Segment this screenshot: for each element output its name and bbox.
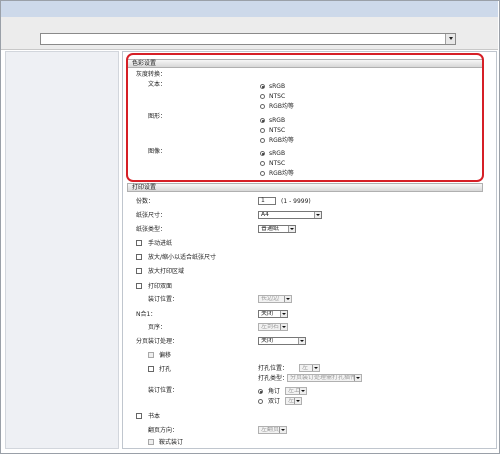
left-pane-scrollbar[interactable]: [110, 52, 118, 448]
punch-position-label: 打孔位置：: [258, 365, 289, 372]
saddle-stitch-label: 鞍式装订: [159, 439, 184, 446]
chevron-down-icon: [312, 365, 319, 371]
punch-label: 打孔: [159, 366, 172, 373]
print-settings-header: 打印设置: [127, 183, 483, 192]
address-dropdown-button[interactable]: [445, 34, 455, 44]
fit-paper-checkbox[interactable]: [136, 254, 142, 260]
manual-feed-label: 手动进纸: [148, 240, 173, 247]
paper-size-label: 纸张尺寸：: [136, 212, 167, 219]
finishing-value: 关闭: [261, 337, 274, 344]
page-order-label: 页序：: [148, 324, 167, 331]
paper-size-select[interactable]: A4: [258, 211, 322, 219]
paper-size-value: A4: [261, 211, 269, 218]
enlarge-area-label: 放大打印区域: [148, 268, 185, 275]
paper-type-label: 纸张类型：: [136, 226, 167, 233]
corner-staple-select[interactable]: 左上: [285, 387, 307, 395]
paper-type-value: 普通纸: [261, 225, 280, 232]
binding-position-select[interactable]: 长边边: [258, 295, 292, 303]
binding-position-value: 长边边: [261, 295, 280, 302]
copies-label: 份数：: [136, 198, 155, 205]
punch-type-value: 分页装订处理需打孔插件: [290, 374, 357, 381]
page-direction-value: 左翻页: [261, 426, 280, 433]
fit-paper-label: 放大/缩小以适合纸张尺寸: [148, 254, 217, 261]
duplex-checkbox[interactable]: [136, 283, 142, 289]
manual-feed-checkbox[interactable]: [136, 240, 142, 246]
punch-checkbox[interactable]: [148, 366, 154, 372]
chevron-down-icon: [284, 296, 291, 302]
copies-range: (1 - 9999): [281, 198, 311, 205]
chevron-down-icon: [288, 226, 295, 232]
punch-type-select[interactable]: 分页装订处理需打孔插件: [287, 374, 362, 382]
page-direction-label: 翻页方向：: [148, 427, 179, 434]
paper-type-select[interactable]: 普通纸: [258, 225, 296, 233]
booklet-checkbox[interactable]: [136, 413, 142, 419]
offset-checkbox[interactable]: [148, 352, 154, 358]
punch-position-value: 左: [302, 364, 309, 371]
left-navigation-pane: [5, 51, 119, 449]
booklet-label: 书本: [148, 413, 161, 420]
duplex-label: 打印双面: [148, 283, 173, 290]
double-staple-label: 双订: [268, 398, 281, 405]
binding-label: 装订位置：: [148, 387, 179, 394]
punch-type-label: 打孔类型：: [258, 375, 289, 382]
chevron-down-icon: [354, 375, 361, 381]
copies-input[interactable]: 1: [258, 197, 276, 205]
chevron-down-icon: [279, 427, 286, 433]
address-combobox[interactable]: [40, 33, 456, 45]
double-staple-radio[interactable]: [258, 399, 263, 404]
chevron-down-icon: [314, 212, 321, 218]
title-bar: [1, 1, 498, 17]
color-settings-highlight: [126, 53, 484, 182]
n-up-select[interactable]: 关闭: [258, 310, 288, 318]
offset-label: 偏移: [159, 352, 172, 359]
corner-staple-label: 角订: [268, 388, 281, 395]
page-order-value: 左到右: [261, 323, 280, 330]
settings-scrollbar[interactable]: [491, 50, 499, 446]
saddle-stitch-checkbox[interactable]: [148, 439, 154, 445]
punch-position-select[interactable]: 左: [299, 364, 320, 372]
chevron-down-icon: [294, 398, 301, 404]
chevron-down-icon: [299, 388, 306, 394]
page-order-select[interactable]: 左到右: [258, 323, 288, 331]
enlarge-area-checkbox[interactable]: [136, 268, 142, 274]
finishing-label: 分页装订处理：: [136, 338, 179, 345]
n-up-label: N合1：: [136, 311, 157, 318]
n-up-value: 关闭: [261, 310, 274, 317]
chevron-down-icon: [448, 37, 453, 40]
finishing-select[interactable]: 关闭: [258, 337, 306, 345]
chevron-down-icon: [298, 338, 305, 344]
chevron-down-icon: [280, 324, 287, 330]
double-staple-select[interactable]: 左: [285, 397, 302, 405]
chevron-down-icon: [280, 311, 287, 317]
page-direction-select[interactable]: 左翻页: [258, 426, 287, 434]
binding-position-label: 装订位置：: [148, 296, 179, 303]
corner-staple-radio[interactable]: [258, 389, 263, 394]
